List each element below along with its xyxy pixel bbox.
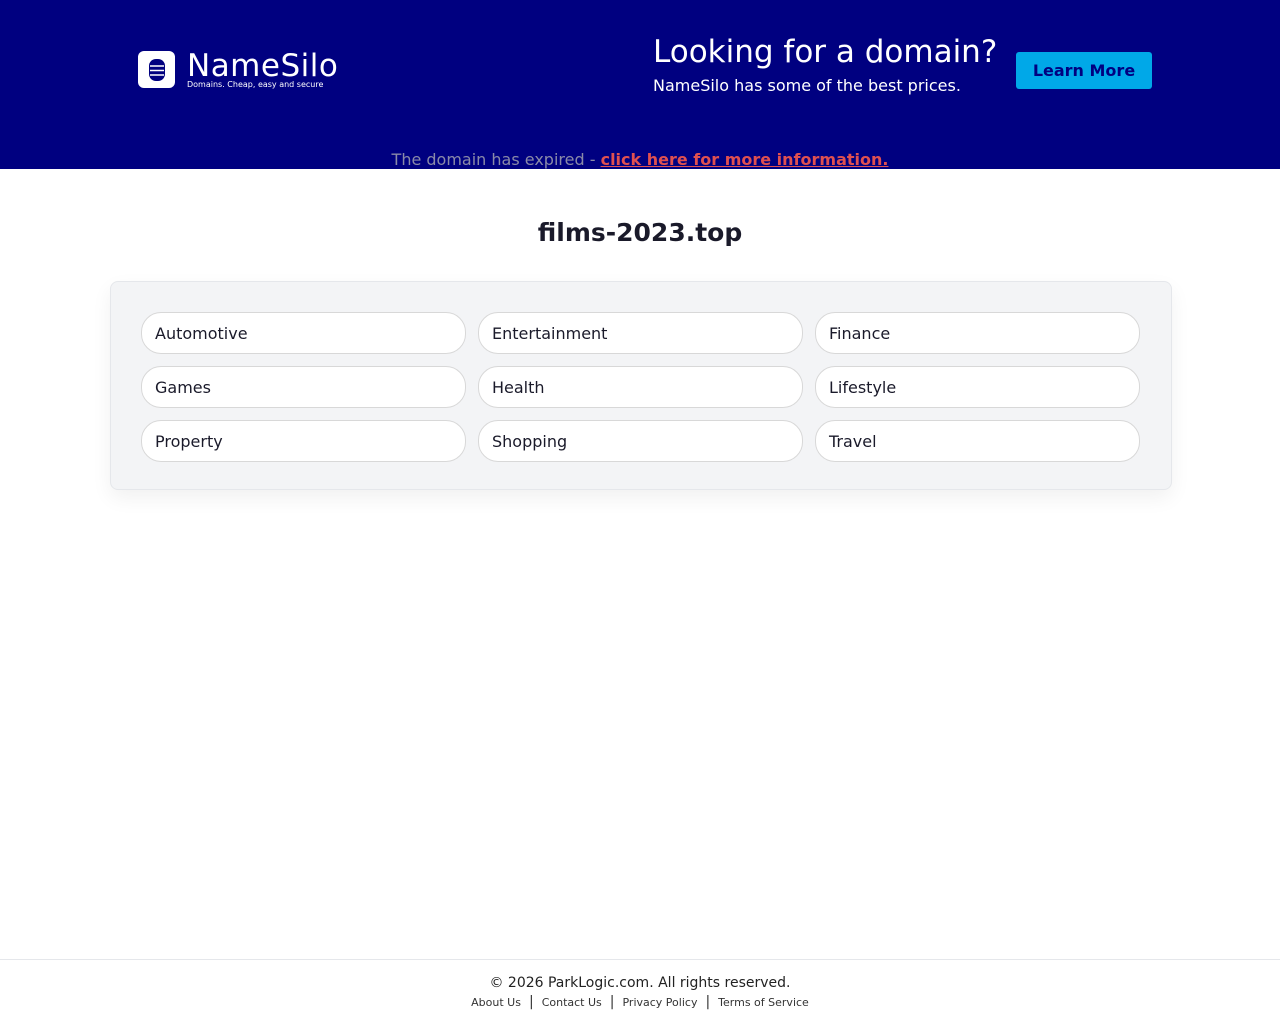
promo-headline: Looking for a domain?: [653, 34, 998, 70]
more-info-link[interactable]: click here for more information.: [601, 150, 889, 169]
brand-name: NameSilo: [187, 48, 339, 84]
expired-notice: The domain has expired - click here for …: [0, 150, 1280, 169]
category-lifestyle[interactable]: Lifestyle: [815, 366, 1140, 408]
terms-of-service-link[interactable]: Terms of Service: [718, 996, 809, 1009]
category-property[interactable]: Property: [141, 420, 466, 462]
copyright: © 2026 ParkLogic.com. All rights reserve…: [489, 975, 791, 991]
promo-subline: NameSilo has some of the best prices.: [653, 76, 961, 95]
expired-text: The domain has expired -: [391, 150, 601, 169]
about-us-link[interactable]: About Us: [471, 996, 521, 1009]
separator: |: [609, 994, 615, 1010]
separator: |: [528, 994, 534, 1010]
namesilo-logo[interactable]: NameSilo Domains. Cheap, easy and secure: [138, 50, 338, 89]
separator: |: [705, 994, 711, 1010]
header-banner: NameSilo Domains. Cheap, easy and secure…: [0, 0, 1280, 169]
domain-title: films-2023.top: [537, 218, 743, 247]
category-entertainment[interactable]: Entertainment: [478, 312, 803, 354]
brand-tagline: Domains. Cheap, easy and secure: [187, 80, 324, 89]
category-automotive[interactable]: Automotive: [141, 312, 466, 354]
database-icon: [138, 51, 175, 88]
category-finance[interactable]: Finance: [815, 312, 1140, 354]
category-shopping[interactable]: Shopping: [478, 420, 803, 462]
category-health[interactable]: Health: [478, 366, 803, 408]
learn-more-button[interactable]: Learn More: [1016, 52, 1152, 89]
contact-us-link[interactable]: Contact Us: [542, 996, 602, 1009]
privacy-policy-link[interactable]: Privacy Policy: [622, 996, 697, 1009]
footer: © 2026 ParkLogic.com. All rights reserve…: [0, 959, 1280, 1010]
category-travel[interactable]: Travel: [815, 420, 1140, 462]
category-games[interactable]: Games: [141, 366, 466, 408]
categories-panel: Automotive Entertainment Finance Games H…: [110, 281, 1172, 490]
